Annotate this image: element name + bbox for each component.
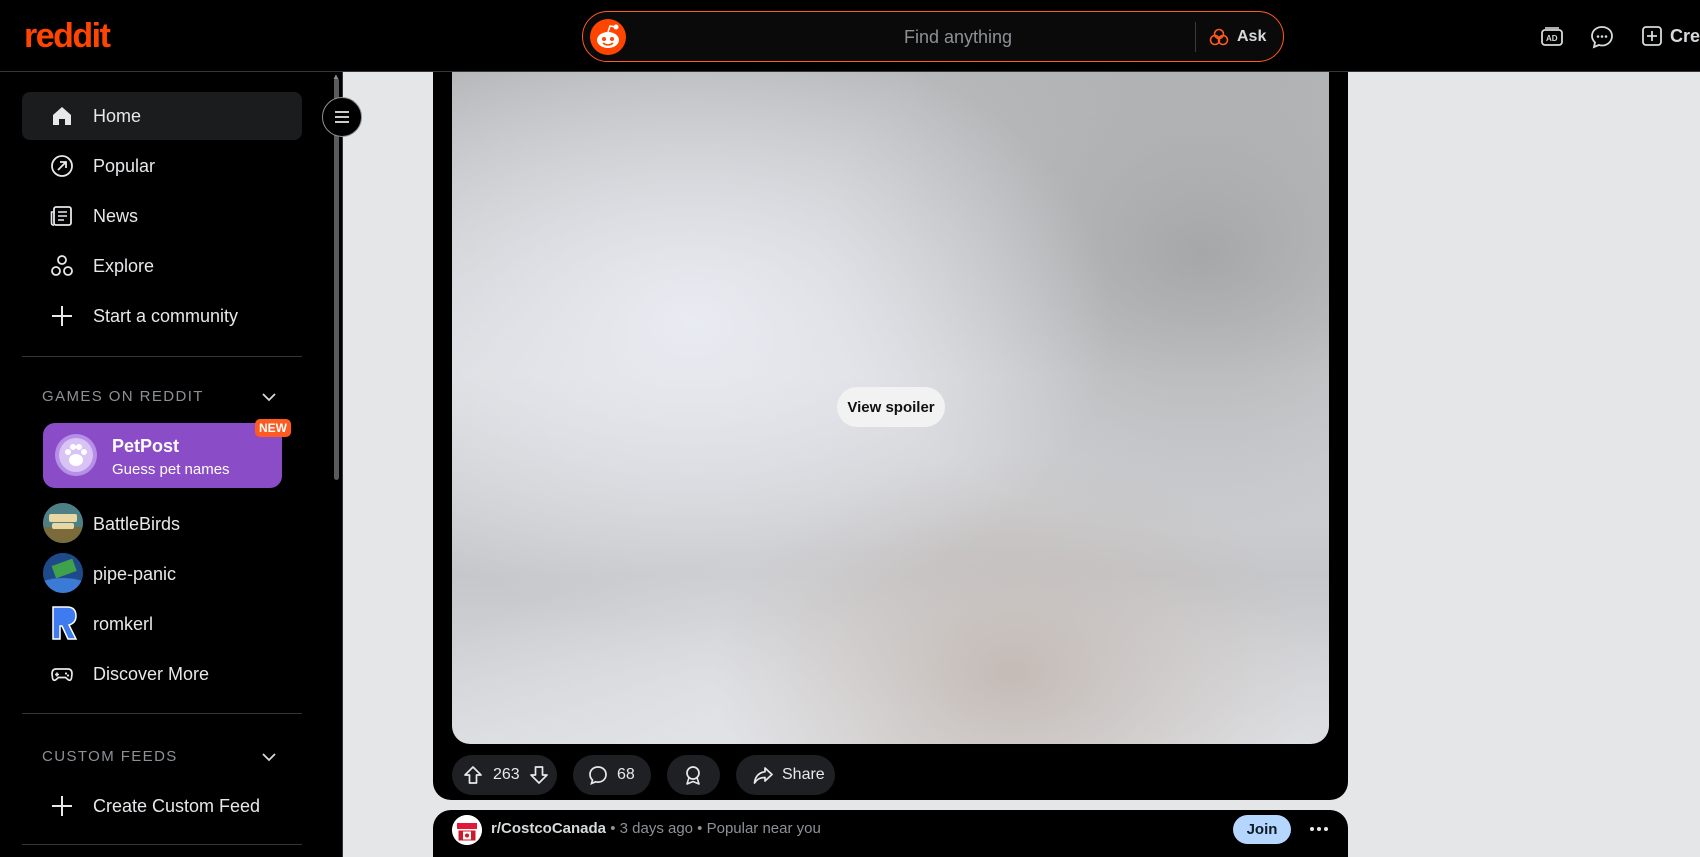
sidebar-item-discover-more[interactable]: Discover More — [22, 650, 302, 698]
popular-icon — [51, 155, 73, 177]
vote-bar: 263 — [452, 755, 557, 795]
ask-label: Ask — [1237, 28, 1267, 45]
ad-icon[interactable]: AD — [1539, 24, 1565, 50]
reddit-logo[interactable]: reddit — [24, 18, 111, 54]
sidebar-item-label: Popular — [93, 156, 156, 176]
chat-icon[interactable] — [1589, 24, 1615, 50]
create-label: Cre — [1670, 25, 1700, 46]
sidebar-item-label: Discover More — [93, 664, 210, 684]
top-header: reddit Ask AD — [0, 0, 1700, 72]
sidebar-item-battlebirds[interactable]: BattleBirds — [22, 500, 302, 548]
sidebar-item-pipe-panic[interactable]: pipe-panic — [22, 550, 302, 598]
sidebar-item-create-custom-feed[interactable]: Create Custom Feed — [22, 782, 302, 830]
sidebar-divider — [22, 713, 302, 714]
comment-count: 68 — [617, 766, 635, 783]
home-icon — [53, 107, 71, 125]
join-button[interactable]: Join — [1233, 815, 1291, 844]
paw-icon — [59, 438, 93, 472]
featured-game-petpost[interactable]: PetPost Guess pet names — [43, 423, 282, 488]
sidebar-item-label: News — [93, 206, 139, 226]
sidebar-item-label: Start a community — [93, 306, 239, 326]
sidebar-item-label: Create Custom Feed — [93, 796, 261, 816]
sidebar-item-label: BattleBirds — [93, 514, 181, 534]
sidebar-divider — [22, 844, 302, 845]
petpost-avatar — [55, 434, 97, 476]
share-icon — [753, 767, 773, 784]
sidebar-item-explore[interactable]: Explore — [22, 242, 302, 290]
sidebar-item-popular[interactable]: Popular — [22, 142, 302, 190]
explore-icon — [51, 255, 73, 276]
petpost-subtitle: Guess pet names — [112, 461, 230, 478]
news-icon — [50, 206, 72, 226]
ask-button[interactable]: Ask — [1209, 23, 1266, 51]
ask-icon — [1209, 28, 1229, 46]
subreddit-avatar[interactable] — [452, 815, 482, 845]
snoo-icon — [590, 19, 626, 55]
sidebar-item-news[interactable]: News — [22, 192, 302, 240]
sidebar-item-romkerl[interactable]: romkerl — [22, 600, 302, 648]
downvote-icon[interactable] — [528, 764, 550, 786]
comment-icon — [589, 766, 607, 785]
petpost-name: PetPost — [112, 436, 180, 456]
sidebar-divider — [22, 356, 302, 357]
scroll-up-arrow[interactable]: ▲ — [332, 72, 340, 81]
sidebar-item-label: pipe-panic — [93, 564, 177, 584]
post-meta-text: • 3 days ago • Popular near you — [610, 820, 821, 837]
next-post-meta: r/CostcoCanada • 3 days ago • Popular ne… — [491, 820, 821, 837]
comments-button[interactable]: 68 — [573, 755, 651, 795]
sidebar-item-label: romkerl — [93, 614, 154, 634]
plus-icon — [52, 306, 72, 326]
upvote-icon[interactable] — [462, 764, 484, 786]
plus-icon — [52, 796, 72, 816]
sidebar-item-label: Explore — [93, 256, 155, 276]
create-icon — [1642, 26, 1662, 46]
collapse-sidebar-button[interactable] — [322, 97, 362, 137]
gamepad-icon — [51, 668, 73, 682]
custom-feeds-section-title: CUSTOM FEEDS — [42, 748, 178, 765]
search-input[interactable] — [643, 20, 1273, 54]
chevron-down-icon[interactable] — [260, 748, 278, 766]
view-spoiler-button[interactable]: View spoiler — [837, 387, 945, 427]
create-button[interactable]: Cre — [1640, 24, 1700, 48]
sidebar-scrollbar-thumb[interactable] — [334, 78, 339, 480]
search-separator — [1195, 22, 1196, 52]
svg-text:AD: AD — [1546, 34, 1558, 43]
award-button[interactable] — [667, 755, 720, 795]
more-options-icon[interactable] — [1306, 815, 1332, 843]
sidebar-item-label: Home — [93, 106, 142, 126]
menu-icon — [335, 111, 349, 123]
games-section-title: GAMES ON REDDIT — [42, 388, 204, 405]
share-label: Share — [782, 766, 825, 783]
sidebar-item-home[interactable]: Home — [22, 92, 302, 140]
new-badge: NEW — [255, 419, 291, 437]
chevron-down-icon[interactable] — [260, 388, 278, 406]
search-bar[interactable]: Ask — [582, 11, 1284, 62]
award-icon — [686, 766, 700, 785]
subreddit-name[interactable]: r/CostcoCanada — [491, 820, 606, 837]
sidebar-item-start-community[interactable]: Start a community — [22, 292, 302, 340]
vote-count: 263 — [493, 766, 520, 783]
share-button[interactable]: Share — [736, 755, 835, 795]
costco-canada-icon — [452, 815, 482, 845]
